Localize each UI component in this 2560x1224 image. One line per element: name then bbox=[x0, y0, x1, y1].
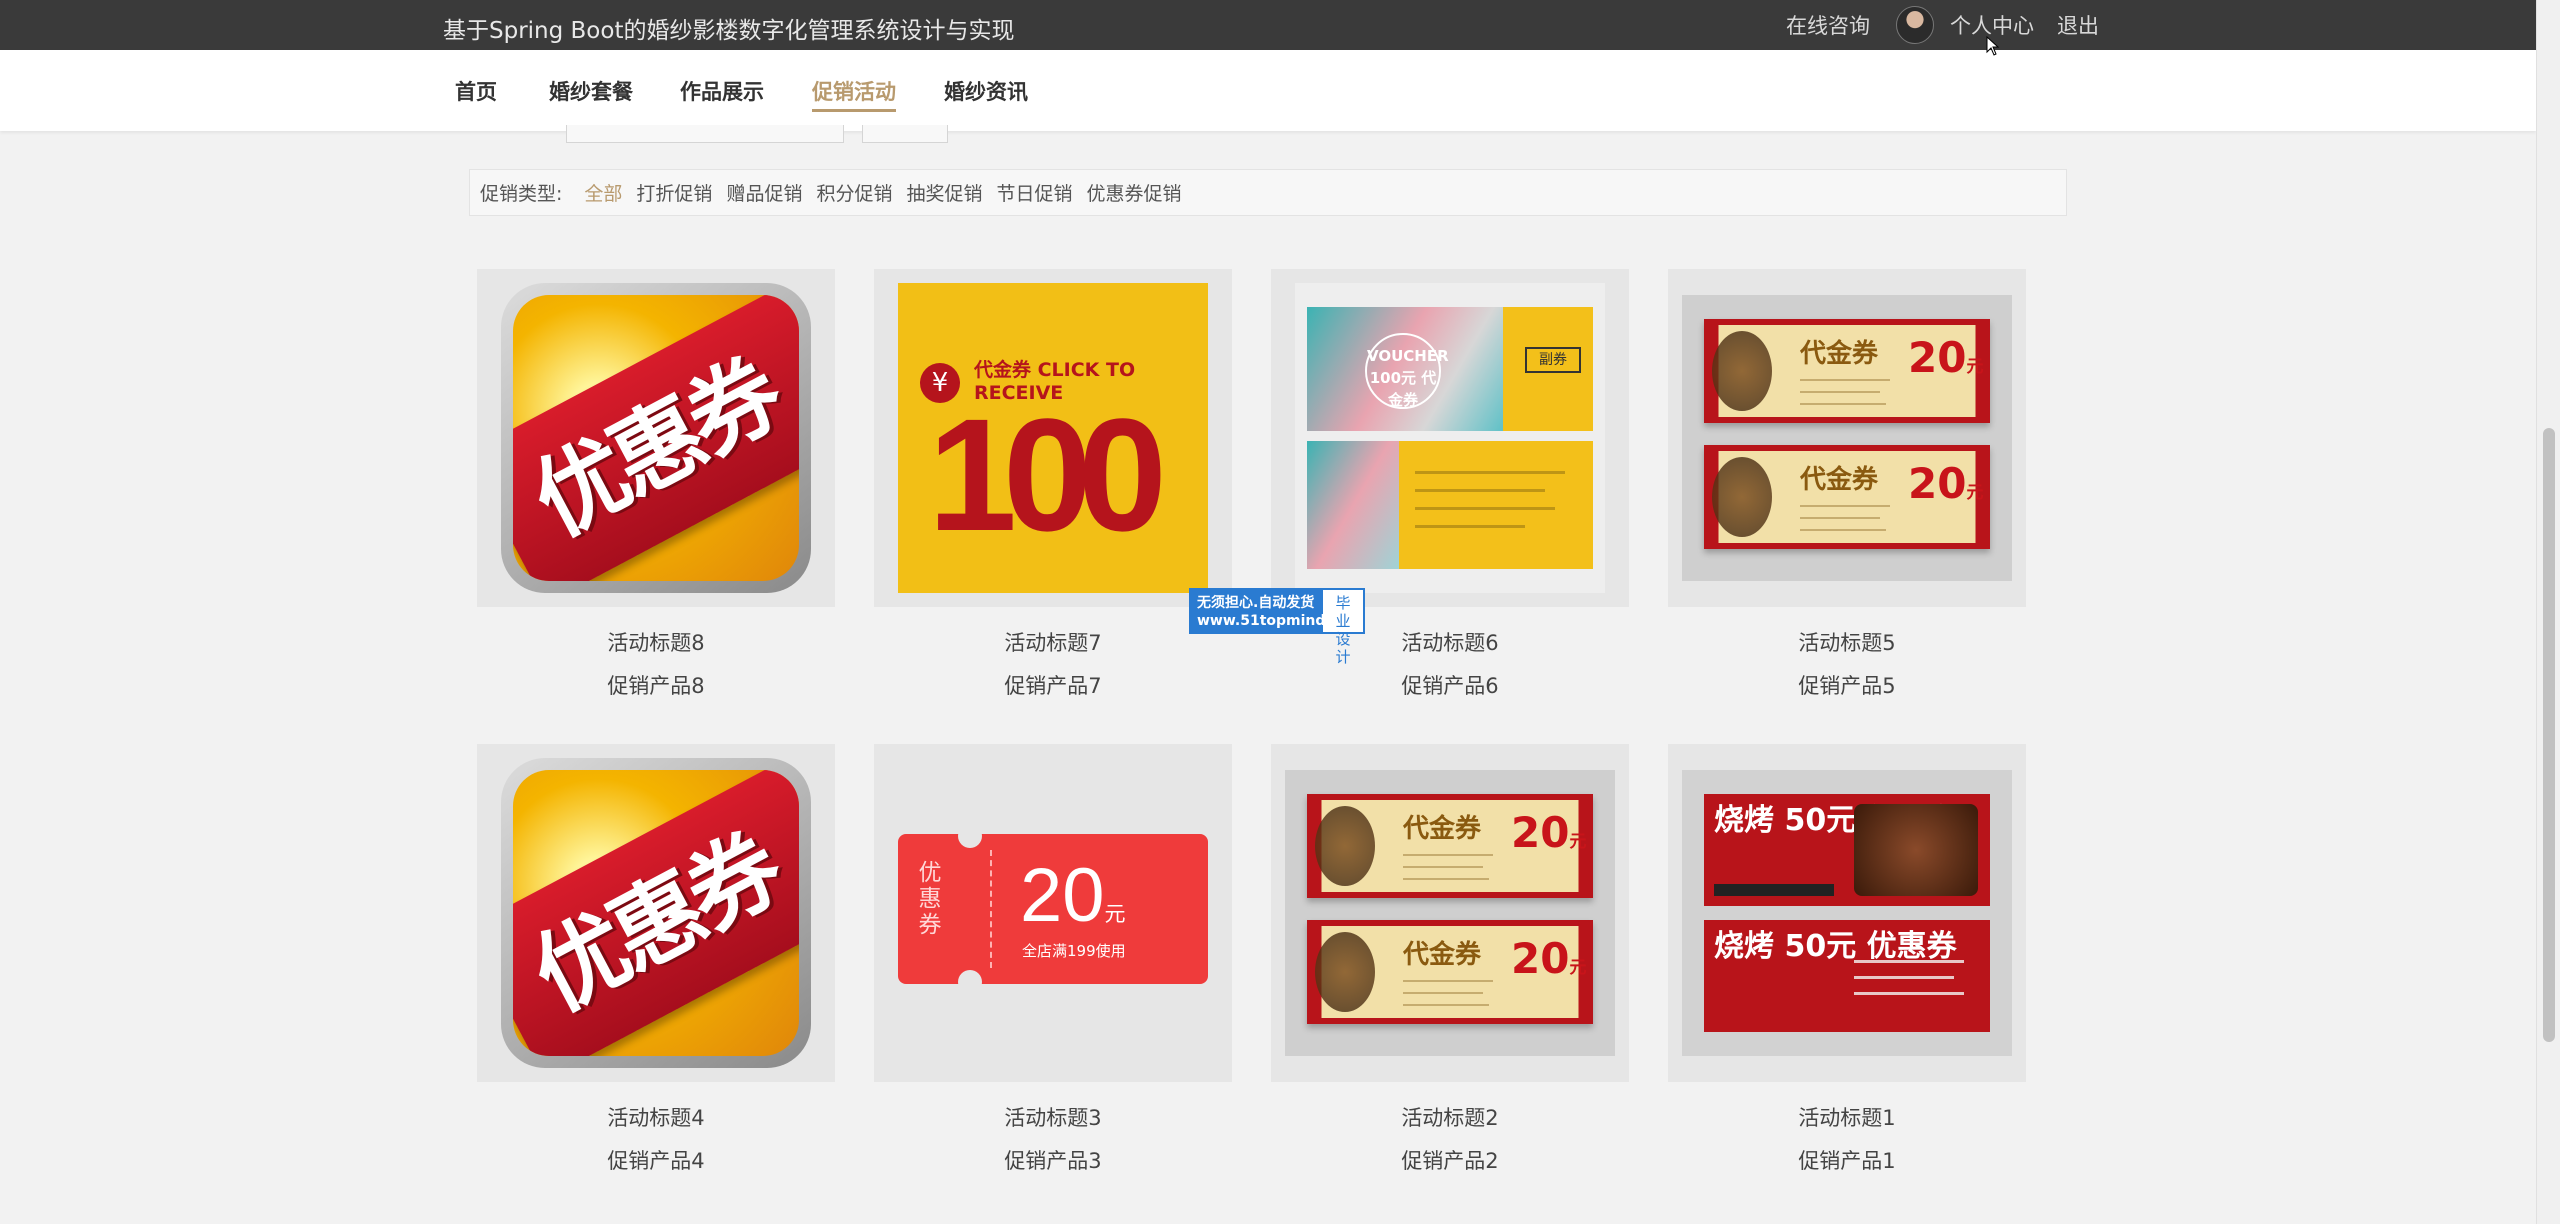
yellow-100-voucher-image: ¥ 代金券 CLICK TO RECEIVE 100 bbox=[898, 283, 1208, 593]
promo-card[interactable]: 代金券 20元 代金券 20元 活动标题2 促销产品2 bbox=[1271, 744, 1629, 1175]
gold-20-voucher-image: 代金券 20元 代金券 20元 bbox=[1285, 770, 1615, 1056]
voucher-tag: 副券 bbox=[1525, 347, 1581, 373]
page-scrollbar[interactable] bbox=[2536, 0, 2560, 1224]
promo-title[interactable]: 活动标题3 bbox=[874, 1102, 1232, 1132]
coupon-app-icon-image: 优惠券 bbox=[501, 758, 811, 1068]
main-nav: 首页 婚纱套餐 作品展示 促销活动 婚纱资讯 bbox=[0, 50, 2536, 131]
nav-promotions[interactable]: 促销活动 bbox=[812, 76, 896, 112]
gold-voucher-amount: 20元 bbox=[1511, 934, 1587, 983]
user-avatar[interactable] bbox=[1896, 6, 1934, 44]
watermark-left: 无须担心.自动发货 www.51topmind.com bbox=[1191, 590, 1363, 632]
promo-card[interactable]: VOUCHER 100元 代金券 副券 活动标题6 促销产品6 bbox=[1271, 269, 1629, 700]
mouse-cursor-icon bbox=[1986, 36, 2000, 56]
coupon-app-icon-image: 优惠券 bbox=[501, 283, 811, 593]
scrollbar-thumb[interactable] bbox=[2543, 428, 2555, 1042]
nav-promotions-label: 促销活动 bbox=[812, 80, 896, 104]
filter-lottery[interactable]: 抽奖促销 bbox=[906, 179, 982, 206]
gold-voucher-amount: 20元 bbox=[1511, 808, 1587, 857]
bbq-coupon-title: 烧烤 50元 优惠券 bbox=[1714, 929, 1957, 964]
promo-title[interactable]: 活动标题2 bbox=[1271, 1102, 1629, 1132]
promo-image[interactable]: VOUCHER 100元 代金券 副券 bbox=[1271, 269, 1629, 607]
red-coupon-condition: 全店满199使用 bbox=[1022, 942, 1126, 960]
top-links: 在线咨询 个人中心 退出 bbox=[1786, 0, 2099, 50]
filter-holiday[interactable]: 节日促销 bbox=[996, 179, 1072, 206]
site-title: 基于Spring Boot的婚纱影楼数字化管理系统设计与实现 bbox=[443, 18, 1015, 44]
nav-packages[interactable]: 婚纱套餐 bbox=[549, 76, 633, 106]
nav-news[interactable]: 婚纱资讯 bbox=[944, 76, 1028, 106]
promo-product: 促销产品8 bbox=[607, 674, 705, 698]
online-consult-link[interactable]: 在线咨询 bbox=[1786, 10, 1870, 40]
filter-points[interactable]: 积分促销 bbox=[816, 179, 892, 206]
promo-card[interactable]: 代金券 20元 代金券 20元 活动标题5 促销产品5 bbox=[1668, 269, 2026, 700]
promo-image[interactable]: 代金券 20元 代金券 20元 bbox=[1271, 744, 1629, 1082]
promo-image[interactable]: 代金券 20元 代金券 20元 bbox=[1668, 269, 2026, 607]
gold-voucher-amount: 20元 bbox=[1908, 333, 1984, 382]
promo-card[interactable]: 优惠券 活动标题4 促销产品4 bbox=[477, 744, 835, 1175]
promo-product: 促销产品4 bbox=[607, 1149, 705, 1173]
watermark-badge: 无须担心.自动发货 www.51topmind.com 毕业设计 bbox=[1189, 588, 1365, 666]
top-bar: 基于Spring Boot的婚纱影楼数字化管理系统设计与实现 在线咨询 个人中心… bbox=[0, 0, 2560, 50]
promo-image[interactable]: 优惠券 20元 全店满199使用 bbox=[874, 744, 1232, 1082]
promo-image[interactable]: ¥ 代金券 CLICK TO RECEIVE 100 bbox=[874, 269, 1232, 607]
logout-link[interactable]: 退出 bbox=[2057, 10, 2099, 40]
promo-title[interactable]: 活动标题8 bbox=[477, 627, 835, 657]
gold-voucher-name: 代金券 bbox=[1403, 814, 1482, 844]
promo-product: 促销产品1 bbox=[1798, 1149, 1896, 1173]
promo-card[interactable]: 烧烤 50元 优惠券 烧烤 50元 优惠券 活动标题1 促销产品1 bbox=[1668, 744, 2026, 1175]
nav-home[interactable]: 首页 bbox=[455, 76, 497, 106]
promo-title[interactable]: 活动标题1 bbox=[1668, 1102, 2026, 1132]
promo-image[interactable]: 优惠券 bbox=[477, 744, 835, 1082]
teal-100-voucher-image: VOUCHER 100元 代金券 副券 bbox=[1295, 283, 1605, 593]
promo-title[interactable]: 活动标题7 bbox=[874, 627, 1232, 657]
gold-voucher-name: 代金券 bbox=[1403, 940, 1482, 970]
red-20-coupon-image: 优惠券 20元 全店满199使用 bbox=[898, 824, 1208, 994]
filter-all[interactable]: 全部 bbox=[584, 179, 622, 206]
voucher-circle-text: VOUCHER 100元 代金券 bbox=[1365, 333, 1449, 409]
promo-product: 促销产品3 bbox=[1004, 1149, 1102, 1173]
promo-card[interactable]: ¥ 代金券 CLICK TO RECEIVE 100 活动标题7 促销产品7 bbox=[874, 269, 1232, 700]
gold-voucher-amount: 20元 bbox=[1908, 459, 1984, 508]
gold-voucher-name: 代金券 bbox=[1800, 465, 1879, 495]
promo-image[interactable]: 优惠券 bbox=[477, 269, 835, 607]
filter-discount[interactable]: 打折促销 bbox=[636, 179, 712, 206]
watermark-right: 毕业设计 bbox=[1335, 594, 1351, 666]
promo-product: 促销产品7 bbox=[1004, 674, 1102, 698]
filter-coupon[interactable]: 优惠券促销 bbox=[1087, 179, 1182, 206]
promo-image[interactable]: 烧烤 50元 优惠券 烧烤 50元 优惠券 bbox=[1668, 744, 2026, 1082]
filter-gift[interactable]: 赠品促销 bbox=[726, 179, 802, 206]
nav-active-underline bbox=[812, 109, 896, 112]
nav-works[interactable]: 作品展示 bbox=[680, 76, 764, 106]
promo-title[interactable]: 活动标题5 bbox=[1668, 627, 2026, 657]
promo-card[interactable]: 优惠券 20元 全店满199使用 活动标题3 促销产品3 bbox=[874, 744, 1232, 1175]
promo-card[interactable]: 优惠券 活动标题8 促销产品8 bbox=[477, 269, 835, 700]
promo-title[interactable]: 活动标题4 bbox=[477, 1102, 835, 1132]
red-coupon-side-text: 优惠券 bbox=[918, 860, 942, 938]
search-button-partial[interactable] bbox=[862, 125, 948, 143]
bbq-50-coupon-image: 烧烤 50元 优惠券 烧烤 50元 优惠券 bbox=[1682, 770, 2012, 1056]
gold-20-voucher-image: 代金券 20元 代金券 20元 bbox=[1682, 295, 2012, 581]
gold-voucher-name: 代金券 bbox=[1800, 339, 1879, 369]
promo-product: 促销产品5 bbox=[1798, 674, 1896, 698]
voucher-amount: 100 bbox=[928, 385, 1167, 564]
red-coupon-amount: 20元 bbox=[1020, 853, 1126, 938]
filter-label: 促销类型: bbox=[480, 183, 563, 205]
promo-product: 促销产品6 bbox=[1401, 674, 1499, 698]
search-input-partial[interactable] bbox=[566, 125, 844, 143]
promo-product: 促销产品2 bbox=[1401, 1149, 1499, 1173]
promo-type-filter: 促销类型: 全部 打折促销 赠品促销 积分促销 抽奖促销 节日促销 优惠券促销 bbox=[469, 169, 2067, 216]
